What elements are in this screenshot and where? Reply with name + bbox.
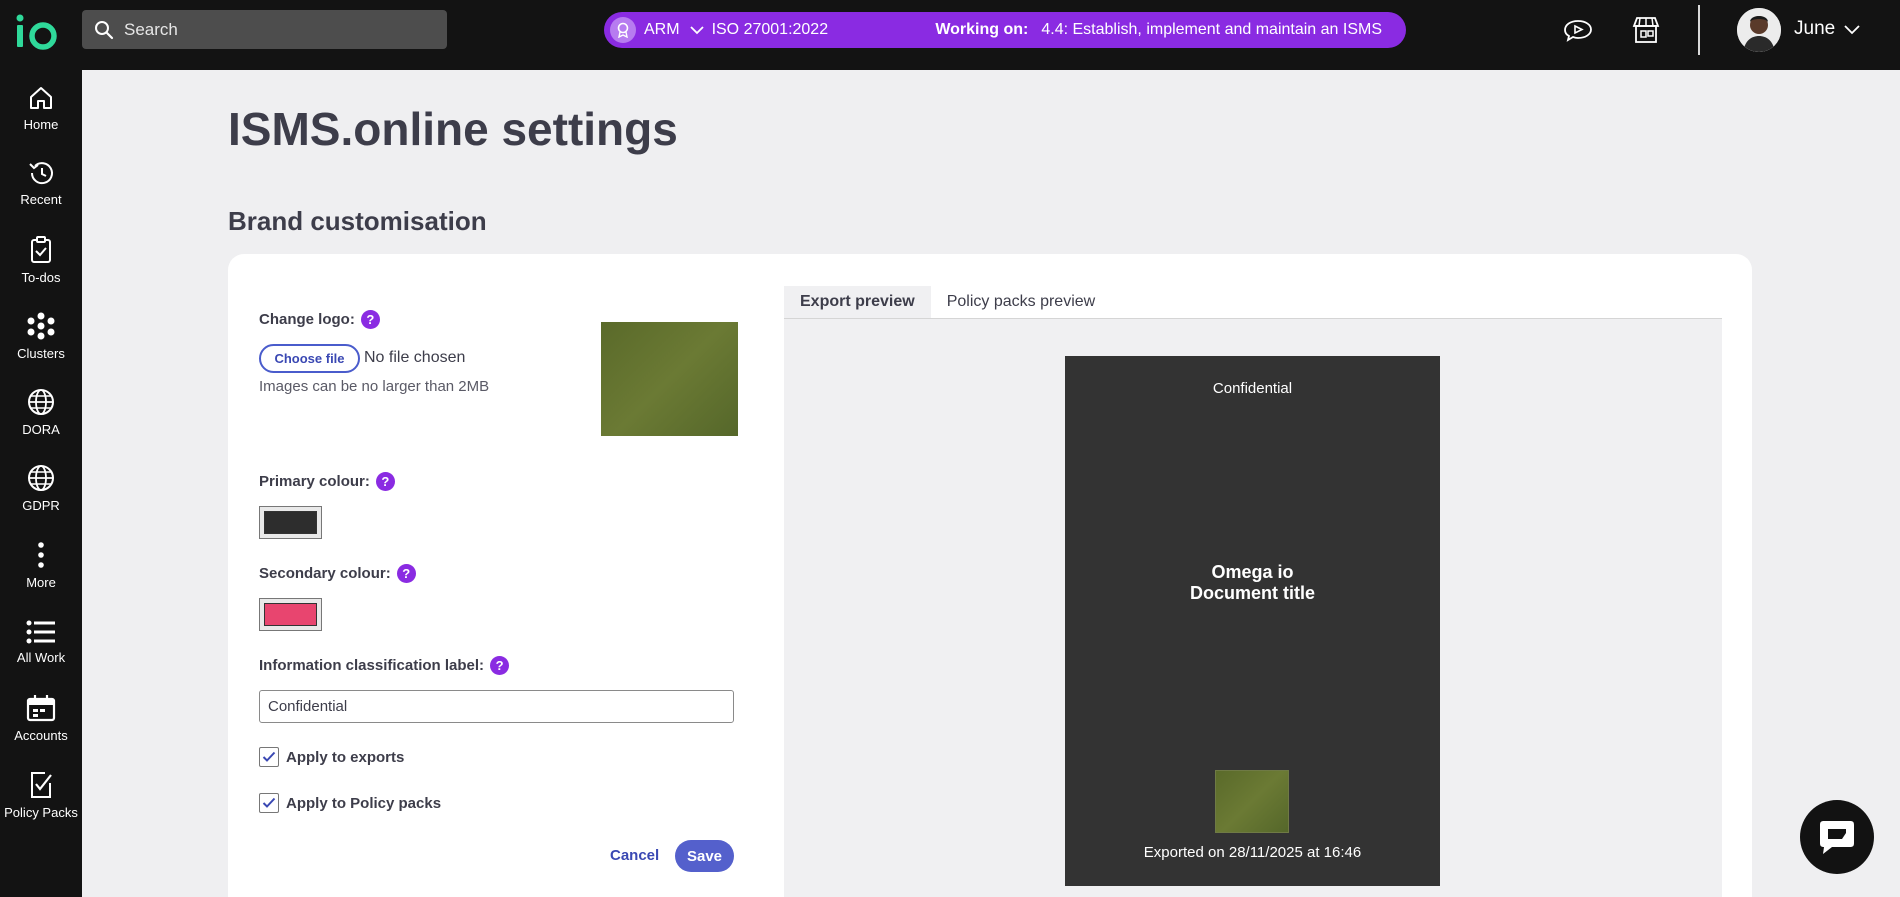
- doc-export-date: Exported on 28/11/2025 at 16:46: [1143, 844, 1362, 861]
- sidebar-item-label: To-dos: [21, 270, 61, 285]
- sidebar: Home Recent To-dos Clusters DORA GDPR Mo…: [0, 70, 82, 897]
- checklist-icon: [31, 772, 52, 798]
- classification-field-label: Information classification label: ?: [259, 656, 510, 675]
- doc-title-company: Omega io: [1211, 562, 1294, 582]
- classification-label-text: Information classification label:: [259, 657, 485, 674]
- chat-icon: [1820, 821, 1854, 854]
- sidebar-item-todos[interactable]: To-dos: [0, 236, 82, 285]
- checkmark-icon: [262, 797, 276, 808]
- secondary-colour-label: Secondary colour: ?: [259, 564, 416, 583]
- sidebar-item-more[interactable]: More: [0, 541, 82, 590]
- sidebar-item-recent[interactable]: Recent: [0, 160, 82, 207]
- search-placeholder: Search: [124, 19, 178, 39]
- doc-title: Omega io Document title: [1065, 562, 1440, 604]
- cancel-button[interactable]: Cancel: [610, 847, 659, 864]
- app-logo[interactable]: [14, 12, 62, 52]
- sidebar-item-policy-packs[interactable]: Policy Packs: [0, 771, 82, 820]
- apply-policy-packs-label: Apply to Policy packs: [286, 794, 442, 812]
- sidebar-item-home[interactable]: Home: [0, 85, 82, 132]
- apply-exports-checkbox[interactable]: [259, 747, 279, 767]
- checkmark-icon: [262, 751, 276, 762]
- clusters-icon: [27, 312, 55, 340]
- logo-size-hint: Images can be no larger than 2MB: [259, 378, 490, 395]
- logo-label-text: Change logo:: [259, 311, 355, 328]
- search-input[interactable]: Search: [82, 10, 447, 49]
- help-icon[interactable]: ?: [360, 310, 380, 329]
- working-on-label: Working on:: [935, 21, 1029, 38]
- section-title: Brand customisation: [228, 206, 487, 236]
- history-icon: [29, 162, 53, 185]
- apply-exports-option[interactable]: Apply to exports: [259, 747, 404, 767]
- file-status: No file chosen: [364, 349, 466, 366]
- primary-label-text: Primary colour:: [259, 473, 370, 490]
- save-button[interactable]: Save: [675, 840, 734, 872]
- home-icon: [30, 87, 52, 109]
- sidebar-item-all-work[interactable]: All Work: [0, 620, 82, 665]
- topbar-divider: [1698, 5, 1700, 55]
- chevron-down-icon[interactable]: [689, 25, 704, 35]
- preview-tabs: Export preview Policy packs preview: [784, 286, 1722, 319]
- sidebar-item-label: Home: [23, 117, 59, 132]
- list-icon: [26, 620, 55, 644]
- sidebar-item-label: GDPR: [22, 498, 60, 513]
- globe-icon: [28, 389, 54, 415]
- user-name[interactable]: June: [1794, 18, 1835, 40]
- sidebar-item-label: Accounts: [14, 728, 68, 743]
- secondary-colour-swatch: [264, 603, 317, 626]
- sidebar-item-label: All Work: [16, 650, 66, 665]
- sidebar-item-gdpr[interactable]: GDPR: [0, 464, 82, 513]
- doc-title-name: Document title: [1189, 583, 1315, 603]
- calendar-icon: [26, 695, 56, 722]
- apply-exports-label: Apply to exports: [286, 748, 405, 766]
- more-icon: [38, 542, 44, 568]
- standard-name: ISO 27001:2022: [711, 21, 829, 38]
- top-bar: Search ARM ISO 27001:2022 Working on: 4.…: [0, 0, 1900, 70]
- clipboard-icon: [31, 236, 51, 263]
- context-selector[interactable]: ARM ISO 27001:2022 Working on: 4.4: Esta…: [604, 12, 1406, 48]
- avatar[interactable]: [1737, 8, 1781, 52]
- search-icon: [95, 20, 114, 39]
- award-icon: [610, 17, 636, 43]
- logo-preview-image: [601, 322, 738, 436]
- primary-colour-picker[interactable]: [259, 506, 322, 539]
- sidebar-item-label: Clusters: [17, 346, 65, 361]
- sidebar-item-label: DORA: [22, 422, 60, 437]
- doc-logo-image: [1215, 770, 1289, 833]
- org-name: ARM: [644, 21, 680, 38]
- help-icon[interactable]: ?: [490, 656, 510, 675]
- document-preview: Confidential Omega io Document title Exp…: [1065, 356, 1440, 886]
- secondary-label-text: Secondary colour:: [259, 565, 391, 582]
- tab-policy-packs-preview[interactable]: Policy packs preview: [931, 286, 1112, 318]
- secondary-colour-picker[interactable]: [259, 598, 322, 631]
- sidebar-item-accounts[interactable]: Accounts: [0, 694, 82, 743]
- store-icon[interactable]: [1630, 14, 1662, 46]
- help-icon[interactable]: ?: [396, 564, 416, 583]
- video-icon[interactable]: [1562, 14, 1594, 46]
- primary-colour-label: Primary colour: ?: [259, 472, 395, 491]
- globe-icon: [28, 465, 54, 491]
- sidebar-item-dora[interactable]: DORA: [0, 388, 82, 437]
- sidebar-item-clusters[interactable]: Clusters: [0, 312, 82, 361]
- primary-colour-swatch: [264, 511, 317, 534]
- tab-export-preview[interactable]: Export preview: [784, 286, 931, 318]
- logo-field-label: Change logo: ?: [259, 310, 380, 329]
- apply-policy-packs-checkbox[interactable]: [259, 793, 279, 813]
- working-on-task[interactable]: 4.4: Establish, implement and maintain a…: [1041, 21, 1382, 39]
- help-icon[interactable]: ?: [375, 472, 395, 491]
- apply-policy-packs-option[interactable]: Apply to Policy packs: [259, 793, 441, 813]
- sidebar-item-label: More: [26, 575, 56, 590]
- sidebar-item-label: Policy Packs: [4, 805, 78, 820]
- sidebar-item-label: Recent: [20, 192, 62, 207]
- doc-classification-label: Confidential: [1212, 380, 1293, 397]
- page-title: ISMS.online settings: [228, 103, 678, 155]
- chat-button[interactable]: [1800, 800, 1874, 874]
- choose-file-button[interactable]: Choose file: [259, 344, 360, 373]
- classification-input[interactable]: Confidential: [259, 690, 734, 723]
- chevron-down-icon[interactable]: [1844, 22, 1860, 40]
